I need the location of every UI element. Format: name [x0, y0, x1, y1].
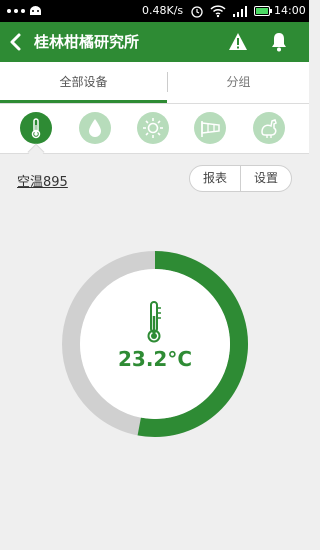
page-title: 桂林柑橘研究所 — [34, 33, 140, 51]
category-livestock[interactable] — [253, 112, 285, 144]
thermometer-icon — [31, 118, 41, 139]
settings-button[interactable]: 设置 — [241, 166, 291, 191]
warning-icon[interactable] — [228, 32, 248, 51]
bell-icon[interactable] — [269, 31, 289, 53]
temperature-value: 23.2°C — [117, 347, 193, 371]
gauge-center — [80, 269, 230, 419]
status-bar: 0.48K/s 14:00 — [0, 0, 309, 22]
active-tab-indicator — [0, 100, 167, 103]
alarm-icon — [191, 6, 203, 18]
back-arrow-icon[interactable] — [6, 31, 26, 53]
category-humidity[interactable] — [79, 112, 111, 144]
report-button[interactable]: 报表 — [190, 166, 241, 191]
temperature-gauge — [62, 251, 248, 437]
sun-light-icon — [143, 118, 163, 138]
battery-icon — [254, 6, 272, 16]
chicken-icon — [261, 119, 277, 138]
device-name[interactable]: 空温895 — [17, 171, 68, 190]
more-dots-icon — [7, 9, 25, 13]
clock-time: 14:00 — [274, 4, 306, 17]
signal-icon — [233, 6, 247, 17]
device-action-group: 报表 设置 — [189, 165, 292, 192]
category-temperature[interactable] — [20, 112, 52, 144]
category-light[interactable] — [137, 112, 169, 144]
tab-bar: 全部设备 分组 — [0, 62, 309, 104]
app-header: 桂林柑橘研究所 — [0, 22, 309, 62]
android-icon — [30, 6, 41, 15]
category-wind[interactable] — [194, 112, 226, 144]
thermometer-icon — [147, 301, 161, 343]
tab-groups[interactable]: 分组 — [168, 62, 309, 102]
humidity-drop-icon — [89, 119, 101, 137]
wifi-icon — [210, 5, 226, 18]
tab-all-devices[interactable]: 全部设备 — [0, 62, 167, 102]
net-speed: 0.48K/s — [142, 4, 184, 17]
category-bar — [0, 104, 309, 154]
windsock-icon — [201, 121, 220, 137]
